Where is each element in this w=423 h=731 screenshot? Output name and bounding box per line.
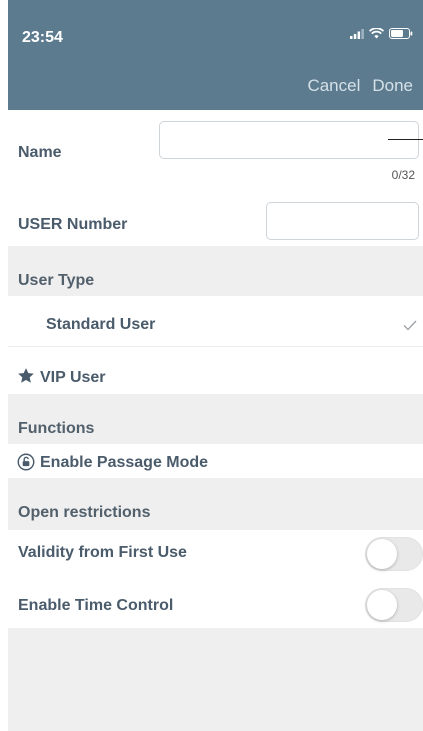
name-counter: 0/32 [391,168,415,182]
cancel-button[interactable]: Cancel [307,76,360,96]
battery-icon [389,28,413,39]
validity-row: Validity from First Use [8,530,423,578]
star-icon [18,368,34,383]
checkmark-icon [403,320,417,331]
time-control-row: Enable Time Control [8,578,423,628]
status-icons [350,28,413,39]
name-input[interactable] [159,121,419,159]
user-number-label: USER Number [18,216,128,233]
done-button[interactable]: Done [372,76,413,96]
time-control-toggle[interactable] [365,588,423,622]
time-control-label: Enable Time Control [18,597,174,614]
open-restrictions-section-title: Open restrictions [18,504,151,521]
passage-mode-label: Enable Passage Mode [40,454,209,471]
user-type-option-vip[interactable]: VIP User [8,347,423,394]
validity-toggle[interactable] [365,537,423,571]
functions-section-title: Functions [18,420,95,437]
signal-icon [350,28,364,39]
nav-actions: Cancel Done [307,76,413,96]
header-bar: 23:54 Cancel Done [8,0,423,110]
functions-section-header: Functions [8,394,423,444]
user-number-input[interactable] [266,202,419,240]
toggle-knob [367,539,397,569]
standard-user-label: Standard User [46,316,156,333]
user-type-section-title: User Type [18,272,95,289]
name-input-indicator-line [388,139,423,140]
user-type-section-header: User Type [8,246,423,296]
user-number-row: USER Number [8,196,423,246]
validity-label: Validity from First Use [18,544,187,561]
name-row: Name 0/32 [8,110,423,196]
wifi-icon [369,28,384,39]
passage-mode-icon [17,453,35,471]
user-type-option-standard[interactable]: Standard User [8,296,423,346]
open-restrictions-section-header: Open restrictions [8,478,423,530]
passage-mode-row[interactable]: Enable Passage Mode [8,444,423,478]
toggle-knob [367,590,397,620]
status-time: 23:54 [22,29,63,46]
name-label: Name [18,144,62,161]
screen: 23:54 Cancel Done Name 0/32 USER Number … [8,0,423,731]
vip-user-label: VIP User [40,369,106,386]
